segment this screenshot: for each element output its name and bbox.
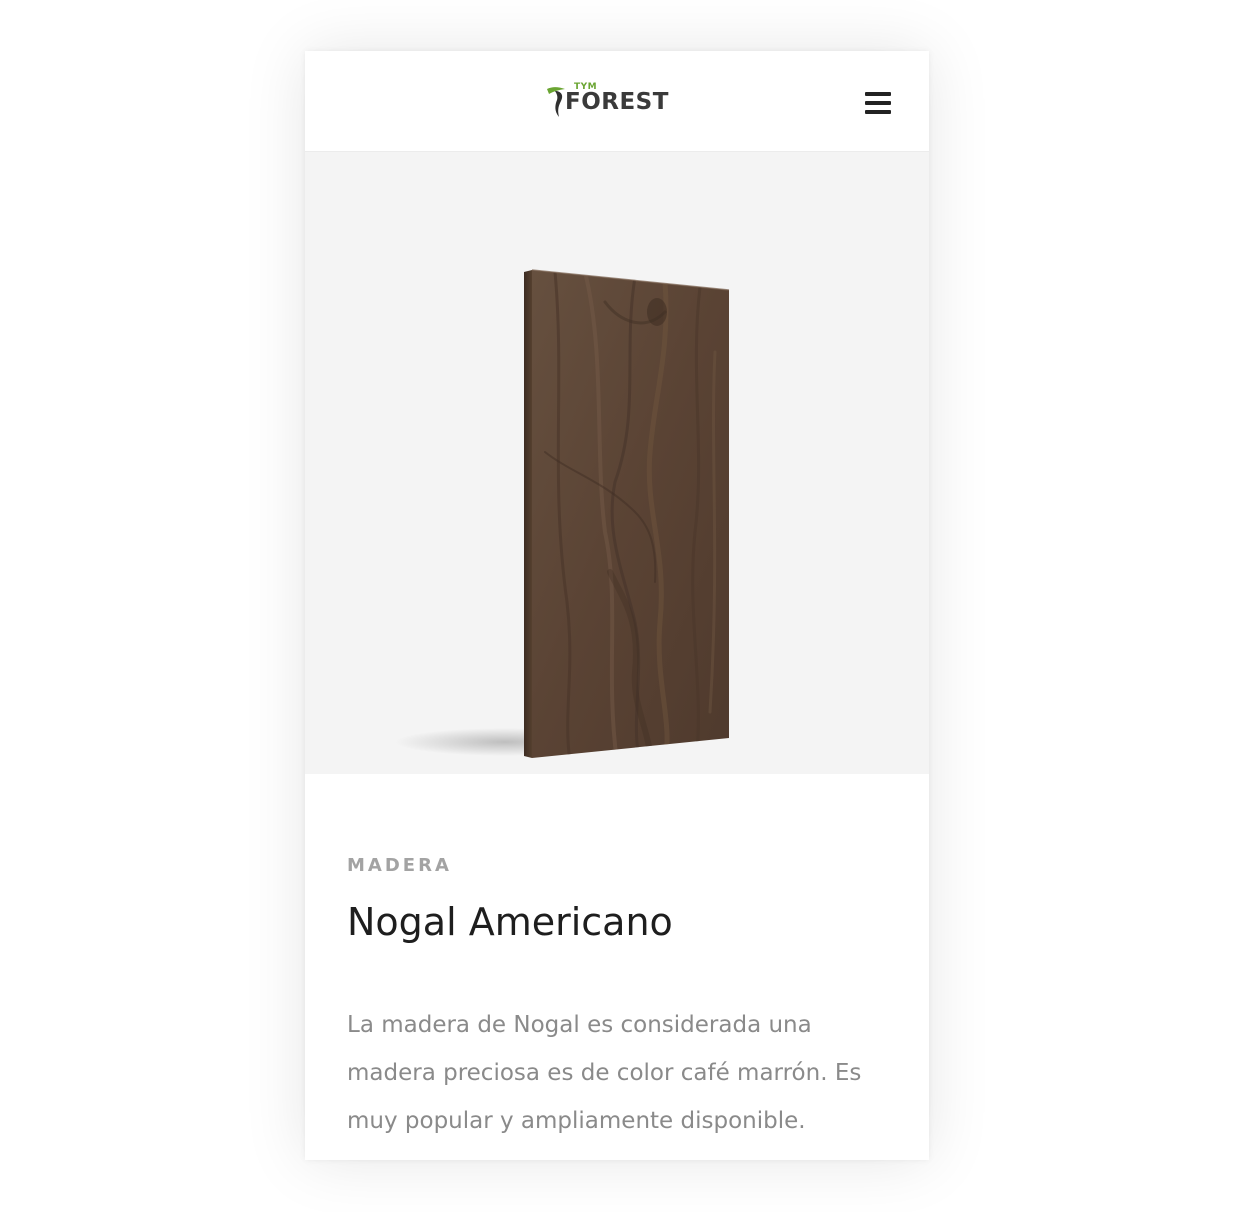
hamburger-menu-icon[interactable]	[861, 89, 895, 117]
mobile-viewport: TYM FOREST MADERA Nogal Americano La mad…	[305, 51, 929, 1160]
site-logo[interactable]: TYM FOREST	[545, 81, 695, 123]
product-title: Nogal Americano	[347, 900, 673, 944]
logo-wordmark: FOREST	[565, 89, 669, 115]
product-image-area	[305, 152, 929, 774]
walnut-plank-image	[395, 269, 730, 758]
product-description: La madera de Nogal es considerada una ma…	[347, 1012, 862, 1134]
product-details: MADERA Nogal Americano La madera de Noga…	[347, 851, 892, 1145]
site-header: TYM FOREST	[305, 51, 929, 152]
product-category: MADERA	[347, 855, 452, 876]
